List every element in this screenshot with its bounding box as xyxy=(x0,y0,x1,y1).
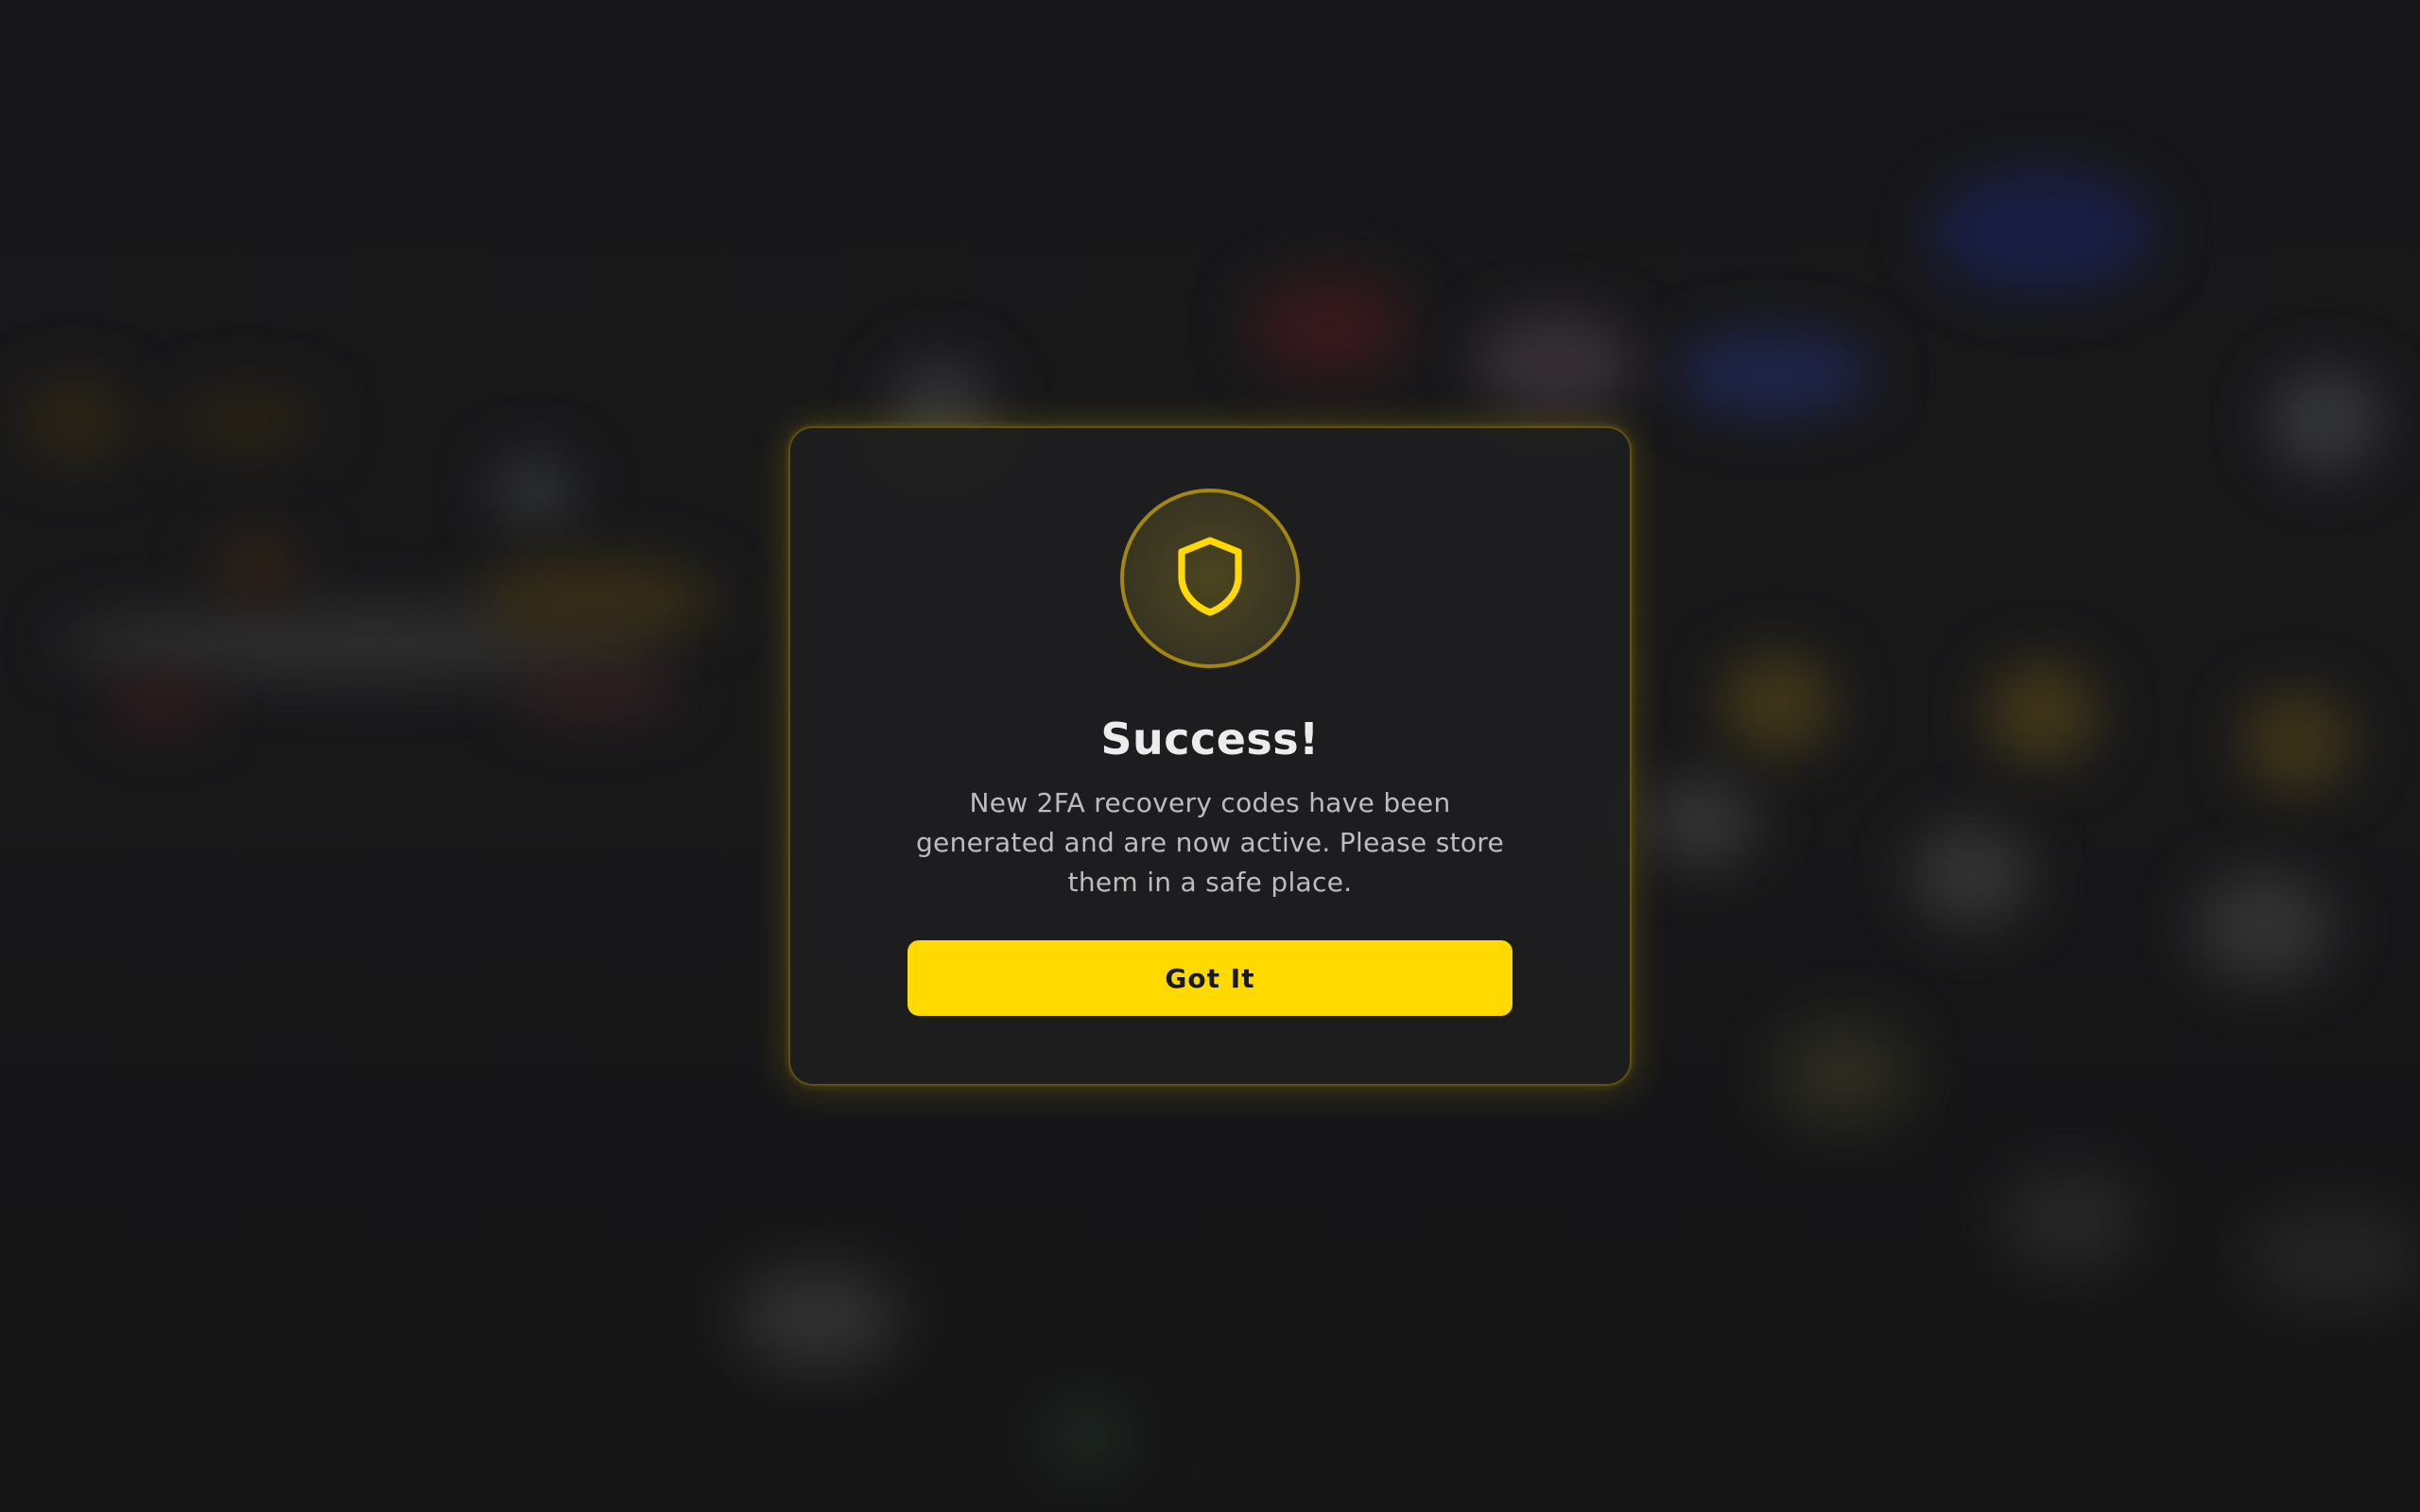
success-dialog: Success! New 2FA recovery codes have bee… xyxy=(788,426,1632,1086)
got-it-button[interactable]: Got It xyxy=(908,940,1512,1016)
dialog-message: New 2FA recovery codes have been generat… xyxy=(915,787,1505,898)
shield-icon-badge xyxy=(1120,489,1300,668)
dialog-title: Success! xyxy=(1100,713,1320,765)
shield-icon xyxy=(1172,535,1248,622)
